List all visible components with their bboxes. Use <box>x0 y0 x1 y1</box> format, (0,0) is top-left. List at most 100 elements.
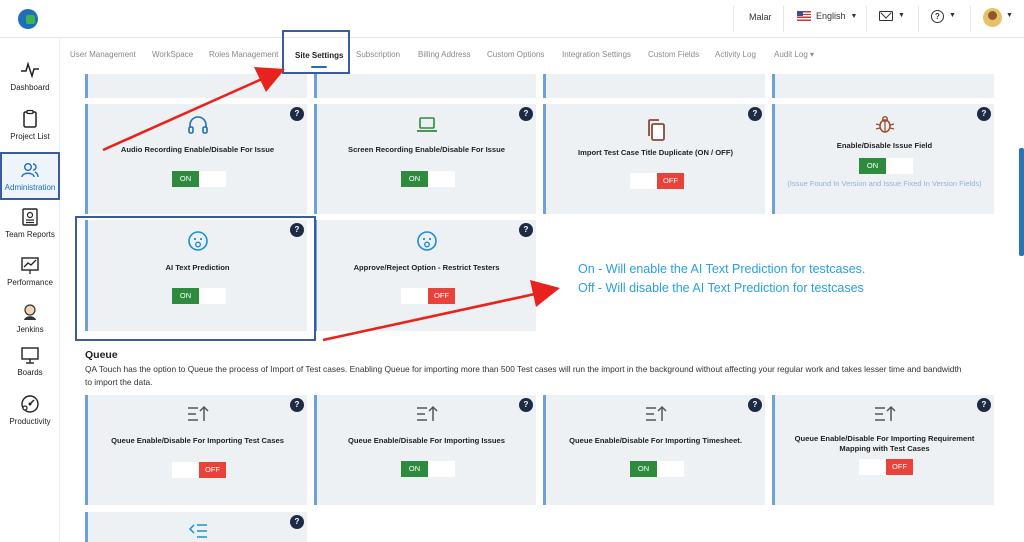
settings-card-import-duplicate: ? Import Test Case Title Duplicate (ON /… <box>543 104 765 214</box>
header-divider <box>918 6 919 32</box>
settings-card-audio-recording: ? Audio Recording Enable/Disable For Iss… <box>85 104 307 214</box>
scrollbar-thumb[interactable] <box>1019 148 1024 256</box>
header-divider <box>866 6 867 32</box>
header-divider <box>970 6 971 32</box>
toggle-off-state: OFF <box>657 173 684 189</box>
sidebar-item-dashboard[interactable]: Dashboard <box>0 60 60 108</box>
help-icon[interactable]: ? <box>977 107 991 121</box>
queue-description: QA Touch has the option to Queue the pro… <box>85 364 962 387</box>
issue-field-toggle[interactable]: ON <box>859 158 913 174</box>
screen-recording-toggle[interactable]: ON <box>401 171 455 187</box>
toggle-on-state: ON <box>859 158 886 174</box>
card-title: Enable/Disable Issue Field <box>836 141 933 150</box>
tab-custom-options[interactable]: Custom Options <box>487 50 544 59</box>
headphones-icon <box>187 116 208 134</box>
highlight-box-site-settings <box>282 30 350 74</box>
sidebar-item-label: Boards <box>17 368 43 377</box>
card-title: Queue Enable/Disable For Importing Test … <box>111 436 284 445</box>
sort-up-icon <box>874 405 896 421</box>
performance-chart-icon <box>21 257 39 274</box>
sidebar-item-jenkins[interactable]: Jenkins <box>0 302 60 350</box>
users-icon <box>21 163 39 178</box>
header-divider <box>733 6 734 32</box>
settings-card-partial <box>543 74 765 98</box>
chevron-down-icon: ▼ <box>850 12 858 20</box>
settings-card-issue-field: ? Enable/Disable Issue Field ON (Issue F… <box>772 104 994 214</box>
settings-card-queue-test-cases: ? Queue Enable/Disable For Importing Tes… <box>85 395 307 505</box>
audio-recording-toggle[interactable]: ON <box>172 171 226 187</box>
tab-audit-log[interactable]: Audit Log ▾ <box>774 50 814 59</box>
settings-card-approve-reject: ? Approve/Reject Option - Restrict Teste… <box>314 220 536 331</box>
sidebar-item-label: Productivity <box>9 417 51 426</box>
top-header: Malar English ▼ ▼ ? ▼ ▼ <box>0 0 1024 38</box>
header-divider <box>783 6 784 32</box>
queue-issues-toggle[interactable]: ON <box>401 461 455 477</box>
settings-card-screen-recording: ? Screen Recording Enable/Disable For Is… <box>314 104 536 214</box>
card-title: Approve/Reject Option - Restrict Testers <box>353 263 500 272</box>
toggle-off-state: OFF <box>428 288 455 304</box>
tab-subscription[interactable]: Subscription <box>356 50 400 59</box>
settings-card-partial <box>85 74 307 98</box>
tab-workspace[interactable]: WorkSpace <box>152 50 193 59</box>
help-icon[interactable]: ? <box>931 10 944 23</box>
mail-icon[interactable] <box>879 11 893 21</box>
queue-requirement-toggle[interactable]: OFF <box>859 459 913 475</box>
chevron-down-icon[interactable]: ▼ <box>898 12 905 19</box>
settings-card-queue-timesheet: ? Queue Enable/Disable For Importing Tim… <box>543 395 765 505</box>
help-icon[interactable]: ? <box>290 398 304 412</box>
tab-activity-log[interactable]: Activity Log <box>715 50 756 59</box>
help-icon[interactable]: ? <box>519 107 533 121</box>
clipboard-icon <box>23 109 37 128</box>
copy-icon <box>647 119 665 141</box>
tab-billing-address[interactable]: Billing Address <box>418 50 470 59</box>
help-icon[interactable]: ? <box>519 398 533 412</box>
help-icon[interactable]: ? <box>748 107 762 121</box>
card-title: Queue Enable/Disable For Importing Issue… <box>348 436 505 445</box>
queue-timesheet-toggle[interactable]: ON <box>630 461 684 477</box>
card-title: Audio Recording Enable/Disable For Issue <box>120 145 275 154</box>
chevron-down-icon[interactable]: ▼ <box>949 12 956 19</box>
help-icon[interactable]: ? <box>519 223 533 237</box>
tab-custom-fields[interactable]: Custom Fields <box>648 50 699 59</box>
settings-card-queue-requirement: ? Queue Enable/Disable For Importing Req… <box>772 395 994 505</box>
queue-section-title: Queue <box>85 349 118 361</box>
help-icon[interactable]: ? <box>290 107 304 121</box>
sidebar-item-performance[interactable]: Performance <box>0 255 60 303</box>
app-logo-icon[interactable] <box>18 9 38 29</box>
tab-integration-settings[interactable]: Integration Settings <box>562 50 631 59</box>
sort-up-icon <box>187 405 209 421</box>
card-title: Import Test Case Title Duplicate (ON / O… <box>578 148 733 157</box>
sidebar-item-team-reports[interactable]: Team Reports <box>0 207 60 255</box>
sidebar-item-project-list[interactable]: Project List <box>0 109 60 157</box>
queue-test-cases-toggle[interactable]: OFF <box>172 462 226 478</box>
sidebar: Dashboard Project List Administration Te… <box>0 38 60 542</box>
bug-icon <box>875 116 894 133</box>
language-selector[interactable]: English ▼ <box>797 11 857 21</box>
toggle-on-state: ON <box>630 461 657 477</box>
settings-card-partial <box>314 74 536 98</box>
sidebar-item-boards[interactable]: Boards <box>0 345 60 393</box>
surprised-face-icon <box>416 231 437 251</box>
sidebar-item-label: Team Reports <box>5 230 55 239</box>
avatar[interactable] <box>983 8 1002 27</box>
help-icon[interactable]: ? <box>290 515 304 529</box>
tab-roles-management[interactable]: Roles Management <box>209 50 278 59</box>
help-icon[interactable]: ? <box>748 398 762 412</box>
sort-up-icon <box>416 405 438 421</box>
toggle-off-state: OFF <box>886 459 913 475</box>
help-icon[interactable]: ? <box>977 398 991 412</box>
pulse-icon <box>21 61 39 79</box>
tab-user-management[interactable]: User Management <box>70 50 136 59</box>
card-title: Queue Enable/Disable For Importing Requi… <box>794 434 975 453</box>
annotation-line-on: On - Will enable the AI Text Prediction … <box>578 262 866 276</box>
chevron-down-icon[interactable]: ▼ <box>1006 12 1013 19</box>
sidebar-item-label: Performance <box>7 278 53 287</box>
sidebar-item-administration[interactable]: Administration <box>0 152 60 200</box>
sidebar-item-label: Dashboard <box>10 83 50 92</box>
sidebar-item-label: Jenkins <box>16 325 44 334</box>
approve-reject-toggle[interactable]: OFF <box>401 288 455 304</box>
sidebar-item-productivity[interactable]: Productivity <box>0 394 60 442</box>
card-subtitle: (Issue Found In Version and Issue Fixed … <box>787 179 982 188</box>
import-duplicate-toggle[interactable]: OFF <box>630 173 684 189</box>
annotation-line-off: Off - Will disable the AI Text Predictio… <box>578 281 864 295</box>
